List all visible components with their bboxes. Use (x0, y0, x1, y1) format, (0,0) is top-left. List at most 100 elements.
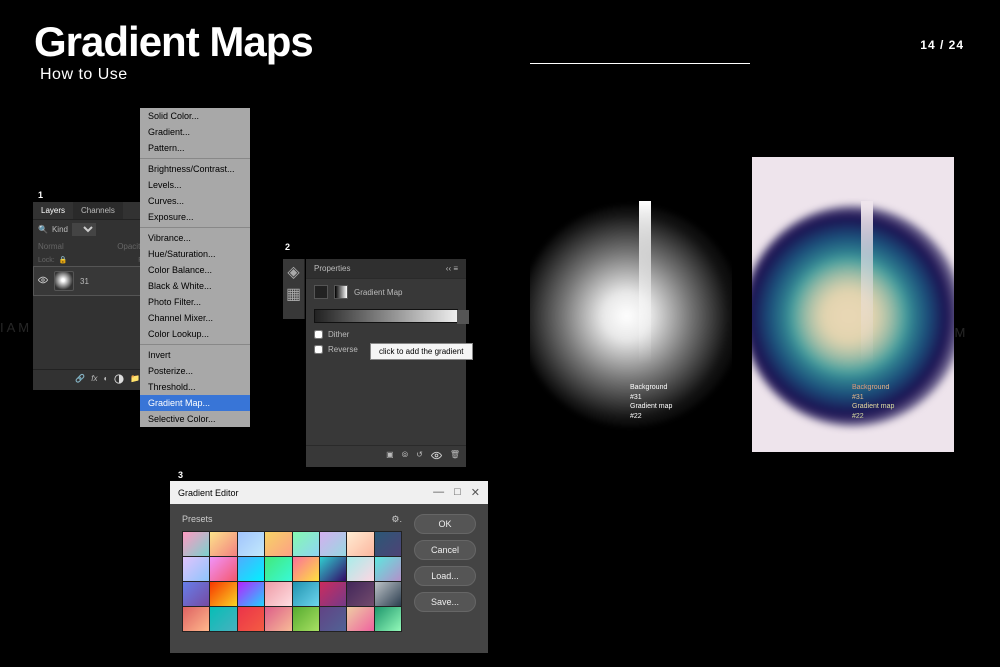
gradient-swatch[interactable] (293, 532, 319, 556)
menu-item[interactable]: Posterize... (140, 363, 250, 379)
lock-icon[interactable]: 🔒 (59, 256, 68, 264)
menu-item[interactable]: Invert (140, 347, 250, 363)
gradient-swatch[interactable] (347, 532, 373, 556)
gradient-swatch[interactable] (320, 582, 346, 606)
gradient-swatch[interactable] (347, 557, 373, 581)
tool-icon[interactable]: ◈ (285, 263, 303, 281)
gradient-swatch[interactable] (347, 607, 373, 631)
menu-item[interactable]: Selective Color... (140, 411, 250, 427)
gradient-swatch[interactable] (265, 532, 291, 556)
gradient-swatch[interactable] (183, 607, 209, 631)
dither-label: Dither (328, 330, 349, 339)
gradient-swatch[interactable] (210, 557, 236, 581)
layer-thumbnail (54, 271, 74, 291)
gradient-swatch[interactable] (238, 607, 264, 631)
gradient-swatch[interactable] (265, 582, 291, 606)
tooltip: click to add the gradient (370, 343, 473, 360)
reverse-label: Reverse (328, 345, 358, 354)
gradient-swatch[interactable] (375, 557, 401, 581)
layer-name[interactable]: 31 (80, 277, 89, 286)
gradient-swatch[interactable] (293, 607, 319, 631)
blend-mode-select[interactable]: Normal (38, 242, 64, 251)
menu-item[interactable]: Brightness/Contrast... (140, 161, 250, 177)
adjustment-layer-icon[interactable] (114, 374, 124, 386)
gradient-swatch[interactable] (265, 557, 291, 581)
menu-item[interactable]: Color Balance... (140, 262, 250, 278)
gradient-swatch[interactable] (265, 607, 291, 631)
properties-title: Properties (314, 264, 350, 273)
save-button[interactable]: Save... (414, 592, 476, 612)
menu-item[interactable]: Levels... (140, 177, 250, 193)
menu-item[interactable]: Hue/Saturation... (140, 246, 250, 262)
gradient-swatch[interactable] (238, 557, 264, 581)
reset-icon[interactable]: ↺ (416, 450, 423, 463)
search-icon: 🔍 (38, 225, 48, 234)
menu-item[interactable]: Color Lookup... (140, 326, 250, 342)
folder-icon[interactable]: 📁 (130, 374, 140, 386)
menu-item[interactable]: Pattern... (140, 140, 250, 156)
load-button[interactable]: Load... (414, 566, 476, 586)
gradient-swatch[interactable] (320, 557, 346, 581)
menu-item[interactable]: Exposure... (140, 209, 250, 225)
collapse-icon[interactable]: ‹‹ ≡ (446, 264, 458, 273)
cancel-button[interactable]: Cancel (414, 540, 476, 560)
properties-subtitle: Gradient Map (354, 288, 402, 297)
view-previous-icon[interactable]: ⦾ (402, 450, 408, 463)
minimize-icon[interactable]: — (433, 486, 444, 499)
reverse-checkbox[interactable] (314, 345, 323, 354)
divider (530, 63, 750, 64)
link-icon[interactable]: 🔗 (75, 374, 85, 386)
gradient-swatch[interactable] (238, 582, 264, 606)
gradient-swatch[interactable] (375, 607, 401, 631)
kind-select[interactable] (72, 223, 96, 236)
gradient-swatch[interactable] (183, 557, 209, 581)
step-number-1: 1 (38, 190, 43, 200)
tab-layers[interactable]: Layers (33, 202, 73, 219)
menu-item[interactable]: Curves... (140, 193, 250, 209)
step-number-3: 3 (178, 470, 183, 480)
gradient-swatch[interactable] (320, 607, 346, 631)
gradient-swatch[interactable] (210, 607, 236, 631)
gradient-swatch[interactable] (293, 582, 319, 606)
menu-item[interactable]: Vibrance... (140, 230, 250, 246)
dialog-title: Gradient Editor (178, 488, 239, 498)
fx-icon[interactable]: fx (91, 374, 97, 386)
gradient-picker[interactable] (314, 309, 458, 323)
menu-item[interactable]: Threshold... (140, 379, 250, 395)
page-counter: 14 / 24 (920, 38, 964, 52)
trash-icon[interactable]: 🗑 (450, 450, 460, 463)
gradient-swatch[interactable] (347, 582, 373, 606)
tool-icon[interactable]: ▦ (285, 285, 303, 303)
menu-item[interactable]: Gradient Map... (140, 395, 250, 411)
visibility-icon[interactable] (431, 450, 442, 463)
ok-button[interactable]: OK (414, 514, 476, 534)
gradient-swatch[interactable] (238, 532, 264, 556)
clip-icon[interactable]: ▣ (386, 450, 394, 463)
gradient-swatch[interactable] (210, 532, 236, 556)
menu-item[interactable]: Black & White... (140, 278, 250, 294)
eye-icon[interactable] (38, 275, 48, 287)
maximize-icon[interactable]: □ (454, 486, 461, 499)
lock-label: Lock: (38, 257, 55, 264)
menu-item[interactable]: Gradient... (140, 124, 250, 140)
gear-icon[interactable]: ⚙. (391, 514, 402, 525)
mask-icon[interactable]: ◐ (103, 374, 108, 386)
close-icon[interactable]: ✕ (471, 486, 480, 499)
menu-item[interactable]: Channel Mixer... (140, 310, 250, 326)
preview-before: before Background #31 Gradient map #22 (530, 157, 732, 452)
page-subtitle: How to Use (40, 66, 128, 84)
gradient-swatch[interactable] (210, 582, 236, 606)
gradient-swatch[interactable] (375, 582, 401, 606)
tab-channels[interactable]: Channels (73, 202, 123, 219)
gradient-swatch[interactable] (293, 557, 319, 581)
gradient-swatch[interactable] (375, 532, 401, 556)
preview-caption: Background #31 Gradient map #22 (630, 383, 672, 422)
presets-label: Presets (182, 514, 213, 525)
dither-checkbox[interactable] (314, 330, 323, 339)
gradient-swatch[interactable] (320, 532, 346, 556)
preview-caption: Background #31 Gradient map #22 (852, 383, 894, 422)
menu-item[interactable]: Photo Filter... (140, 294, 250, 310)
gradient-swatch[interactable] (183, 582, 209, 606)
menu-item[interactable]: Solid Color... (140, 108, 250, 124)
gradient-swatch[interactable] (183, 532, 209, 556)
